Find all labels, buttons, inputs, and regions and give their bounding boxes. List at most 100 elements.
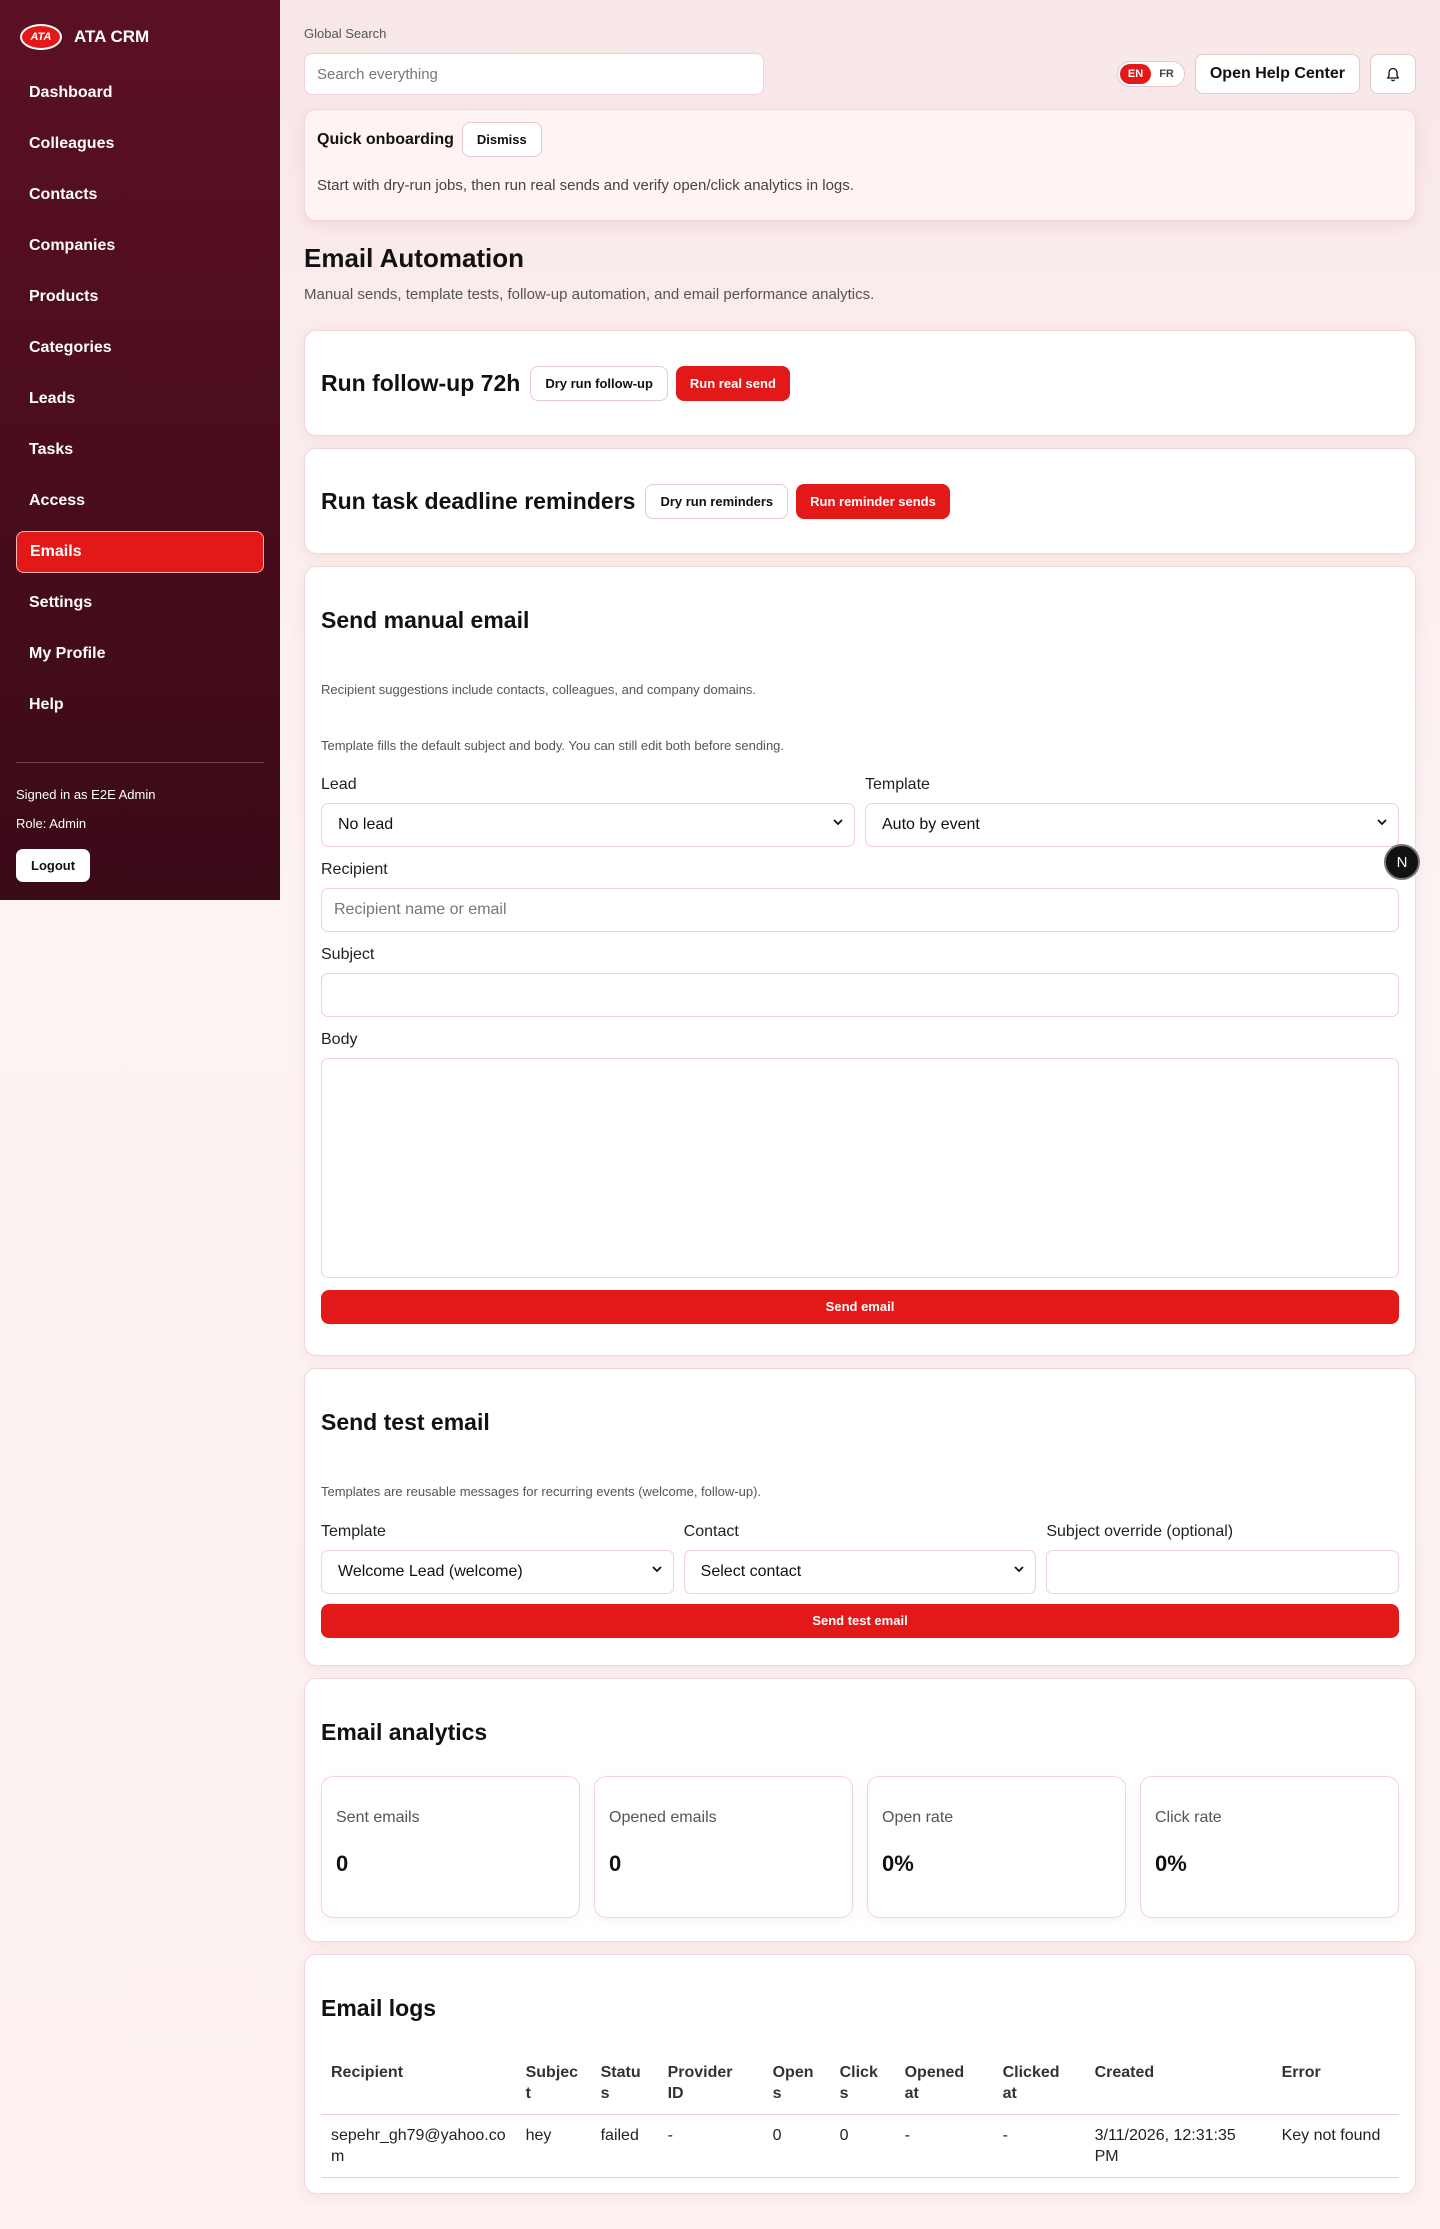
lead-select-value: No lead: [338, 816, 394, 833]
signed-in-text: Signed in as E2E Admin: [16, 787, 156, 802]
template-label: Template: [865, 776, 930, 793]
cell-opens: 0: [762, 2114, 830, 2178]
manual-hint-recipients: Recipient suggestions include contacts, …: [321, 682, 757, 697]
sidebar-item-my-profile[interactable]: My Profile: [16, 633, 264, 675]
sidebar: ATA ATA CRM Dashboard Colleagues Contact…: [0, 0, 280, 900]
lang-en[interactable]: EN: [1119, 64, 1152, 84]
language-toggle: EN FR: [1116, 61, 1185, 87]
run-reminder-sends-button[interactable]: Run reminder sends: [796, 483, 950, 519]
chevron-down-icon: [833, 819, 843, 826]
followup-title: Run follow-up 72h: [321, 369, 521, 396]
brand-name: ATA CRM: [74, 27, 150, 46]
test-email-title: Send test email: [321, 1409, 490, 1435]
sidebar-divider: [16, 762, 264, 763]
template-select[interactable]: Auto by event: [865, 803, 1399, 847]
test-email-hint: Templates are reusable messages for recu…: [321, 1484, 762, 1499]
stat-value: 0: [336, 1851, 349, 1876]
cell-error: Key not found: [1271, 2114, 1399, 2178]
sidebar-item-colleagues[interactable]: Colleagues: [16, 123, 264, 165]
stat-label: Sent emails: [336, 1809, 420, 1826]
cell-opened-at: -: [894, 2114, 993, 2178]
sidebar-item-access[interactable]: Access: [16, 480, 264, 522]
subject-override-input[interactable]: [1046, 1550, 1400, 1594]
sidebar-item-tasks[interactable]: Tasks: [16, 429, 264, 471]
sidebar-item-emails[interactable]: Emails: [16, 531, 264, 573]
open-help-center-button[interactable]: Open Help Center: [1194, 54, 1360, 94]
cell-subject: hey: [515, 2114, 591, 2178]
cell-created: 3/11/2026, 12:31:35 PM: [1084, 2114, 1272, 2178]
test-template-value: Welcome Lead (welcome): [338, 1563, 523, 1580]
role-text: Role: Admin: [16, 816, 87, 831]
subject-label: Subject: [321, 946, 375, 963]
brand-logo: ATA: [20, 24, 62, 50]
main-content: Global Search EN FR Open Help Center Qui…: [304, 0, 1416, 2194]
col-error: Error: [1271, 2052, 1399, 2115]
cell-provider-id: -: [657, 2114, 763, 2178]
table-header-row: Recipient Subjec t Statu s Provider ID O…: [321, 2052, 1399, 2115]
stat-value: 0%: [882, 1851, 914, 1876]
chevron-down-icon: [1014, 1566, 1024, 1573]
sidebar-item-settings[interactable]: Settings: [16, 582, 264, 624]
sidebar-item-leads[interactable]: Leads: [16, 378, 264, 420]
sidebar-item-contacts[interactable]: Contacts: [16, 174, 264, 216]
onboarding-title: Quick onboarding: [317, 130, 454, 148]
send-test-email-button[interactable]: Send test email: [321, 1604, 1399, 1638]
subject-input[interactable]: [321, 973, 1399, 1017]
sidebar-item-help[interactable]: Help: [16, 684, 264, 726]
floating-assistant-badge[interactable]: N: [1384, 844, 1420, 880]
bell-icon: [1386, 67, 1400, 81]
dry-run-reminders-button[interactable]: Dry run reminders: [645, 483, 789, 519]
onboarding-panel: Quick onboarding Dismiss Start with dry-…: [304, 109, 1416, 221]
dismiss-button[interactable]: Dismiss: [461, 122, 542, 157]
stat-open-rate: Open rate 0%: [867, 1776, 1126, 1918]
stat-click-rate: Click rate 0%: [1140, 1776, 1399, 1918]
stat-value: 0%: [1155, 1851, 1187, 1876]
sidebar-item-products[interactable]: Products: [16, 276, 264, 318]
chevron-down-icon: [1377, 819, 1387, 826]
sidebar-item-categories[interactable]: Categories: [16, 327, 264, 369]
sidebar-item-companies[interactable]: Companies: [16, 225, 264, 267]
col-subject: Subjec t: [515, 2052, 591, 2115]
col-provider-id: Provider ID: [657, 2052, 763, 2115]
reminders-title: Run task deadline reminders: [321, 487, 636, 514]
onboarding-text: Start with dry-run jobs, then run real s…: [317, 177, 854, 194]
sidebar-nav: Dashboard Colleagues Contacts Companies …: [16, 72, 264, 726]
stat-value: 0: [609, 1851, 622, 1876]
stat-label: Opened emails: [609, 1809, 717, 1826]
lang-fr[interactable]: FR: [1151, 64, 1182, 84]
col-recipient: Recipient: [321, 2052, 516, 2115]
contact-select[interactable]: Select contact: [683, 1550, 1037, 1594]
email-logs-table: Recipient Subjec t Statu s Provider ID O…: [321, 2052, 1399, 2178]
cell-status: failed: [590, 2114, 658, 2178]
cell-clicks: 0: [829, 2114, 895, 2178]
topbar-actions: EN FR Open Help Center: [1116, 54, 1416, 94]
reminders-card: Run task deadline reminders Dry run remi…: [304, 448, 1416, 554]
subject-override-label: Subject override (optional): [1046, 1523, 1234, 1540]
dry-run-followup-button[interactable]: Dry run follow-up: [530, 365, 668, 401]
search-label: Global Search: [304, 26, 387, 41]
table-row: sepehr_gh79@yahoo.co m hey failed - 0 0 …: [321, 2114, 1399, 2178]
send-email-button[interactable]: Send email: [321, 1290, 1399, 1324]
sidebar-item-dashboard[interactable]: Dashboard: [16, 72, 264, 114]
email-logs-card: Email logs Recipient Subjec t Statu s Pr…: [304, 1954, 1416, 2194]
col-clicks: Click s: [829, 2052, 895, 2115]
page-subtitle: Manual sends, template tests, follow-up …: [304, 286, 875, 303]
notifications-button[interactable]: [1370, 54, 1416, 94]
body-textarea[interactable]: [321, 1058, 1399, 1278]
brand[interactable]: ATA ATA CRM: [16, 24, 264, 50]
recipient-input[interactable]: Recipient name or email: [321, 888, 1399, 932]
manual-email-title: Send manual email: [321, 607, 530, 633]
col-opens: Open s: [762, 2052, 830, 2115]
col-created: Created: [1084, 2052, 1272, 2115]
analytics-title: Email analytics: [321, 1719, 488, 1745]
logout-button[interactable]: Logout: [16, 849, 91, 882]
test-template-select[interactable]: Welcome Lead (welcome): [321, 1550, 674, 1594]
run-real-send-button[interactable]: Run real send: [675, 365, 790, 401]
contact-label: Contact: [683, 1523, 739, 1540]
col-status: Statu s: [590, 2052, 658, 2115]
analytics-card: Email analytics Sent emails 0 Opened ema…: [304, 1678, 1416, 1942]
global-search-input[interactable]: [304, 53, 764, 95]
test-email-card: Send test email Templates are reusable m…: [304, 1368, 1416, 1666]
chevron-down-icon: [652, 1566, 662, 1573]
lead-select[interactable]: No lead: [321, 803, 855, 847]
